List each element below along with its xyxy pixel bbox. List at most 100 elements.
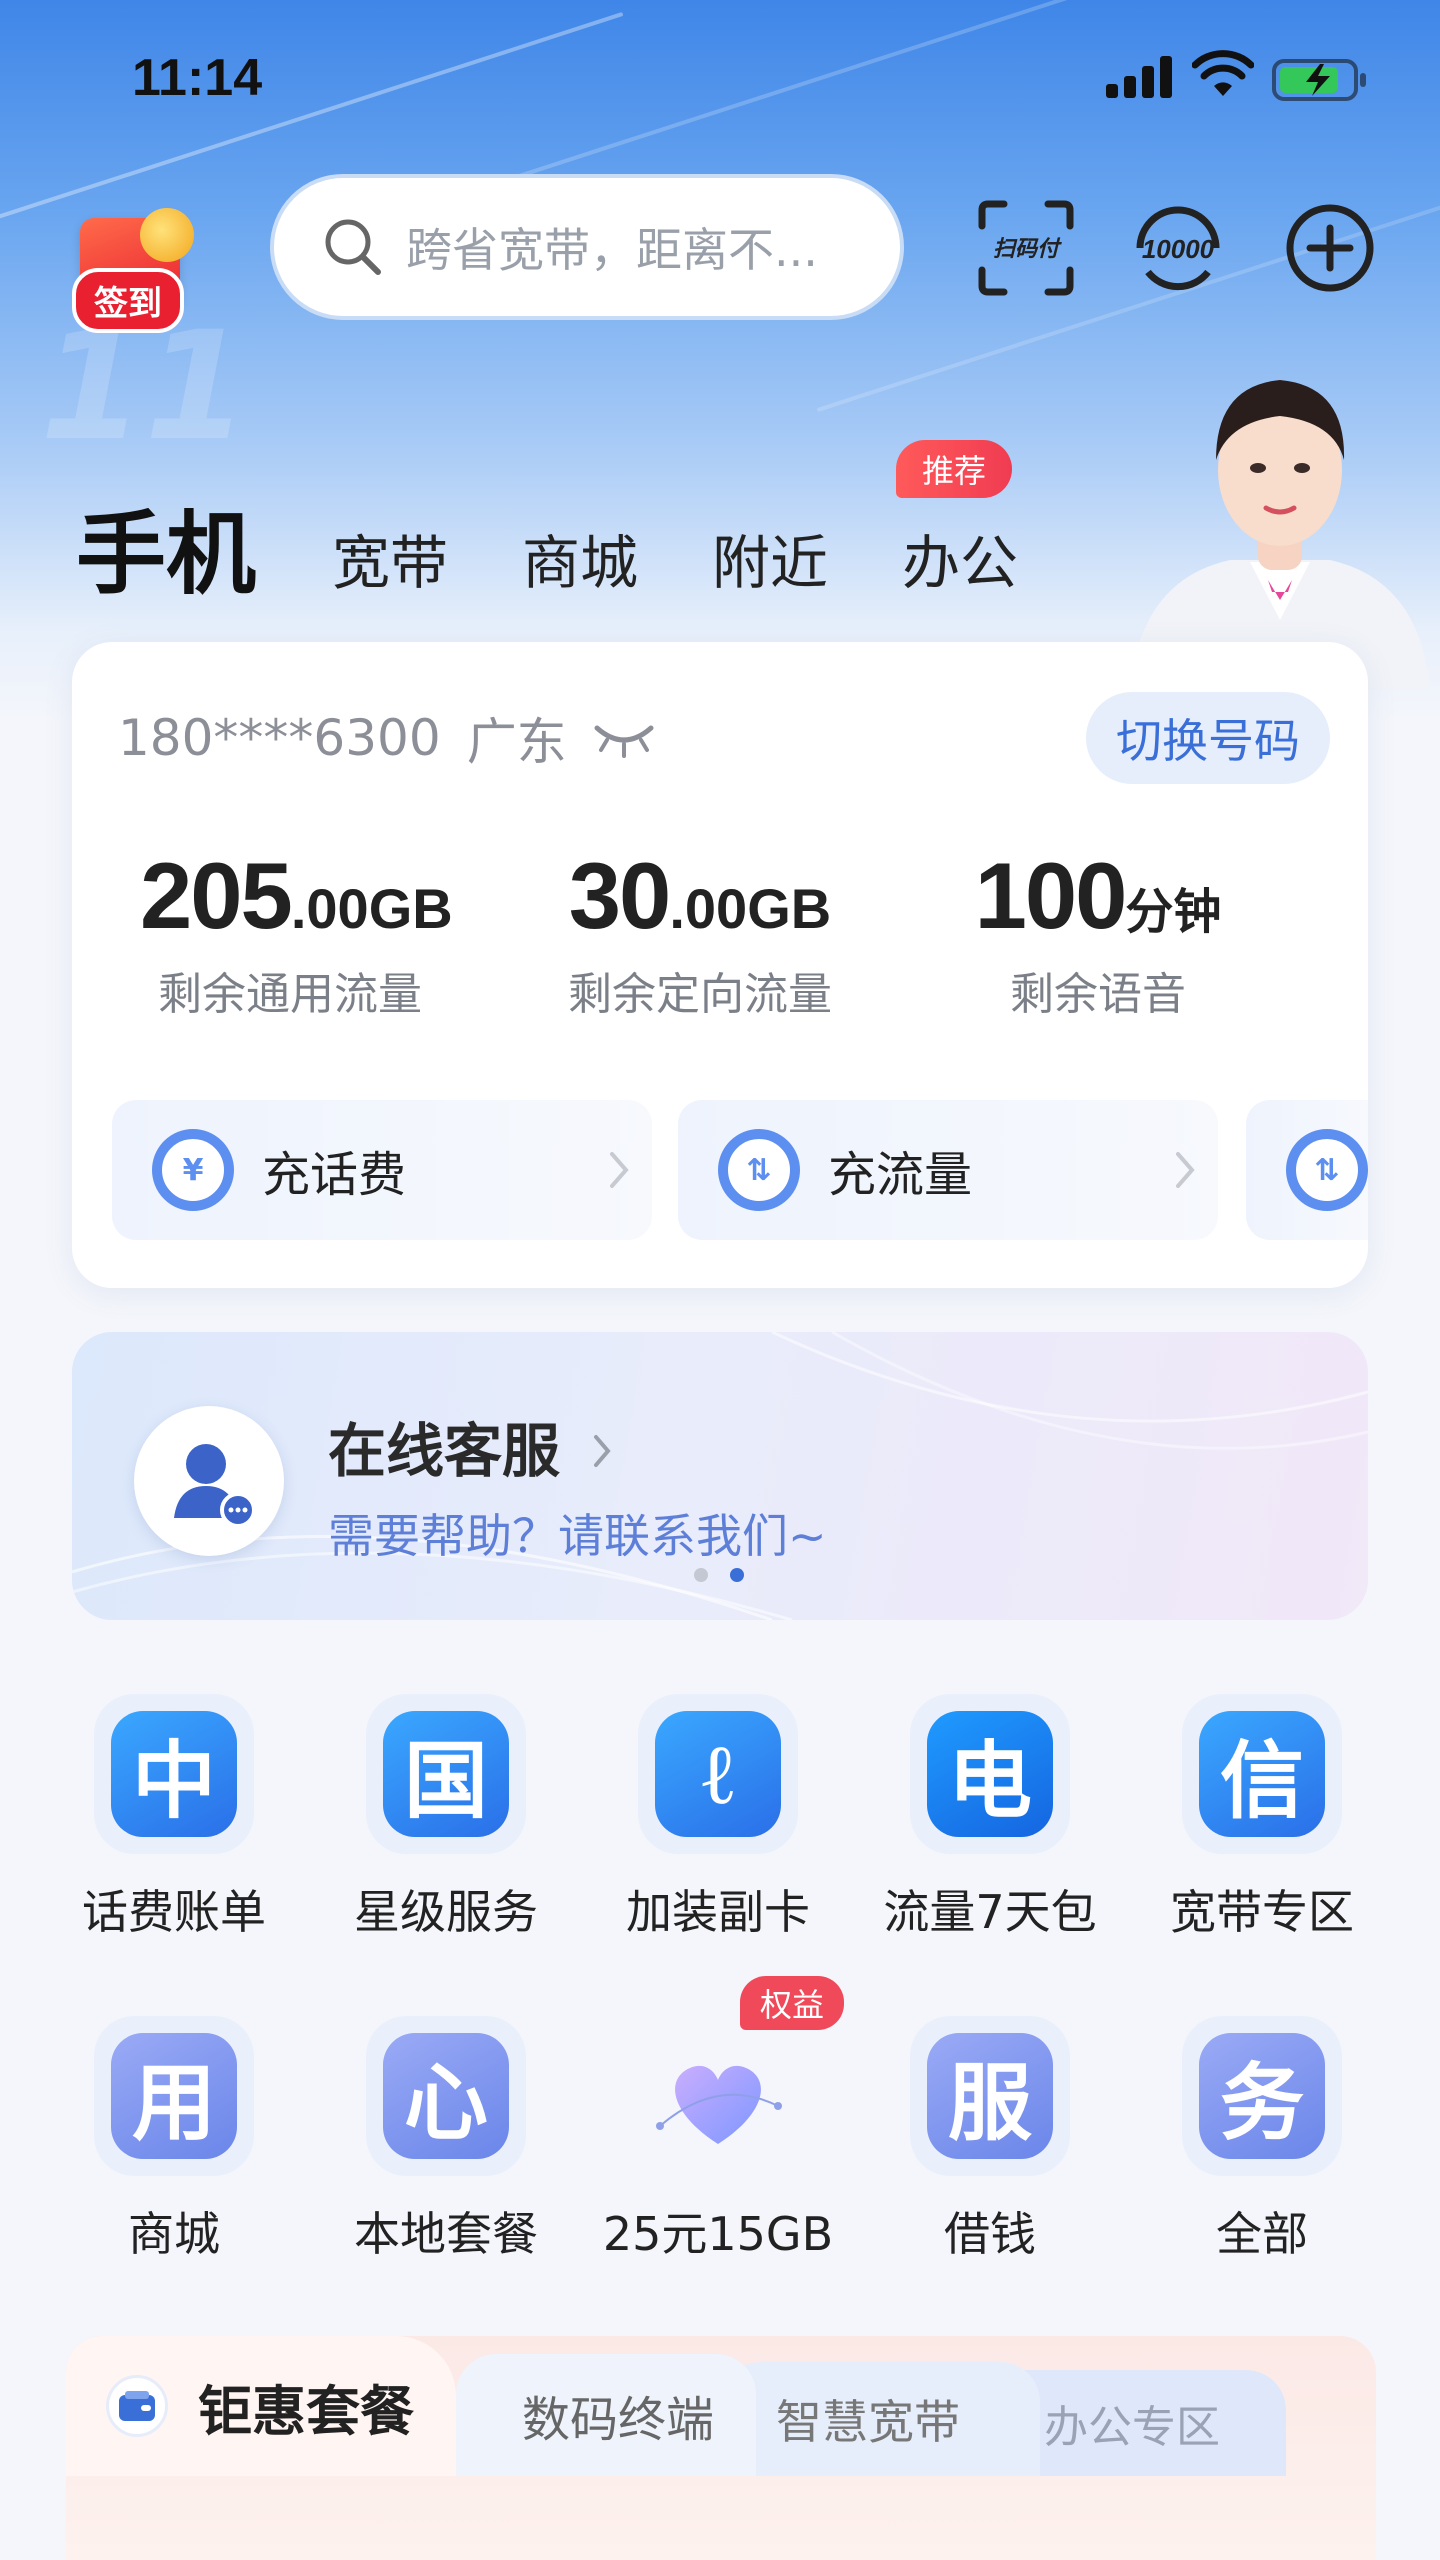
tab-broadband[interactable]: 宽带 (332, 516, 448, 600)
search-icon (325, 219, 381, 275)
stat-unit: .00GB (290, 877, 453, 940)
grid-item-broadband[interactable]: 信 宽带专区 (1132, 1694, 1392, 1942)
all-icon-tile: 务 (1182, 2016, 1342, 2176)
broadband-icon: 信 (1199, 1711, 1325, 1837)
stat-general-data[interactable]: 205.00GB 剩余通用流量 (140, 842, 453, 1022)
grid-label: 星级服务 (354, 1885, 538, 1939)
tab-label: 办公专区 (1044, 2402, 1220, 2453)
tab-mall[interactable]: 商城 (522, 516, 638, 600)
wallet-icon (106, 2375, 168, 2437)
grid-item-borrow[interactable]: 服 借钱 (860, 2016, 1120, 2264)
grid-label: 宽带专区 (1170, 1885, 1354, 1939)
account-info: 180****6300 广东 (118, 702, 655, 774)
local-plan-icon: 心 (383, 2033, 509, 2159)
7day-data-icon-tile: 电 (910, 1694, 1070, 1854)
chevron-right-icon (1176, 1152, 1195, 1188)
stat-label: 剩余语音 (1010, 969, 1186, 1020)
wifi-icon (1192, 50, 1254, 96)
stat-unit: 分钟 (1125, 886, 1222, 939)
bill-icon-tile: 中 (94, 1694, 254, 1854)
yuan-icon: ¥ (152, 1129, 234, 1211)
grid-item-7day-data[interactable]: 电 流量7天包 (860, 1694, 1120, 1942)
stat-value: 100 (974, 843, 1128, 948)
add-card-icon-tile: ℓ (638, 1694, 798, 1854)
recharge-data-button[interactable]: ⇅ 充流量 (678, 1100, 1218, 1240)
service-avatar (134, 1406, 284, 1556)
status-bar: 11:14 (0, 0, 1440, 150)
tab-digital-devices[interactable]: 数码终端 (456, 2354, 756, 2476)
telecom-logo-icon: ℓ (655, 1711, 781, 1837)
borrow-icon: 服 (927, 2033, 1053, 2159)
stat-voice[interactable]: 100分钟 剩余语音 (948, 842, 1248, 1022)
recharge-phone-label: 充话费 (262, 1147, 407, 1203)
hotline-10000-icon[interactable]: 10000 (1128, 198, 1228, 298)
mall-icon: 用 (111, 2033, 237, 2159)
all-icon: 务 (1199, 2033, 1325, 2159)
service-title-text: 在线客服 (328, 1417, 561, 1485)
recharge-data-label: 充流量 (828, 1147, 973, 1203)
borrow-icon-tile: 服 (910, 2016, 1070, 2176)
tab-office[interactable]: 办公 推荐 (896, 440, 1018, 600)
grid-label: 流量7天包 (883, 1885, 1097, 1939)
7day-data-icon: 电 (927, 1711, 1053, 1837)
carousel-dot[interactable] (694, 1568, 708, 1582)
online-service-banner[interactable]: 在线客服 需要帮助？请联系我们~ (72, 1332, 1368, 1620)
grid-label: 25元15GB (602, 2207, 834, 2261)
account-card: 180****6300 广东 切换号码 205.00GB 剩余通用流量 30.0… (72, 642, 1368, 1288)
search-bar[interactable]: 跨省宽带，距离不... (270, 174, 904, 320)
star-service-icon-tile: 国 (366, 1694, 526, 1854)
data-drop-icon: ⇅ (1286, 1129, 1368, 1211)
grid-item-local-plan[interactable]: 心 本地套餐 (316, 2016, 576, 2264)
cellular-signal-icon (1106, 56, 1174, 98)
carousel-dots (694, 1568, 766, 1582)
tab-phone[interactable]: 手机 (76, 510, 256, 600)
phone-number: 180****6300 (118, 709, 441, 767)
eye-closed-icon[interactable] (593, 718, 655, 758)
stat-value: 30 (568, 843, 672, 948)
signin-label: 签到 (72, 268, 184, 333)
product-category-tabs: 办公专区 智慧宽带 数码终端 钜惠套餐 (66, 2336, 1376, 2560)
battery-charging-icon (1272, 59, 1366, 101)
tab-smart-broadband[interactable]: 智慧宽带 (720, 2362, 1040, 2476)
more-quick-action[interactable]: ⇅ (1246, 1100, 1368, 1240)
grid-item-bill[interactable]: 中 话费账单 (44, 1694, 304, 1942)
carousel-dot-active[interactable] (730, 1568, 744, 1582)
switch-number-button[interactable]: 切换号码 (1086, 692, 1330, 784)
tab-label: 钜惠套餐 (198, 2379, 414, 2443)
grid-label: 本地套餐 (354, 2207, 538, 2261)
stat-directed-data[interactable]: 30.00GB 剩余定向流量 (550, 842, 850, 1022)
status-time: 11:14 (132, 49, 263, 107)
search-placeholder: 跨省宽带，距离不... (406, 223, 818, 277)
grid-item-star-service[interactable]: 国 星级服务 (316, 1694, 576, 1942)
tab-value-plans[interactable]: 钜惠套餐 (66, 2336, 456, 2476)
category-tabs: 手机 宽带 商城 附近 办公 推荐 (76, 440, 1092, 600)
broadband-icon-tile: 信 (1182, 1694, 1342, 1854)
stat-label: 剩余定向流量 (568, 969, 832, 1020)
grid-item-25yuan-15gb[interactable]: 权益 25元15GB (588, 1976, 848, 2264)
grid-item-mall[interactable]: 用 商城 (44, 2016, 304, 2264)
hotline-label: 10000 (1142, 234, 1215, 264)
grid-label: 话费账单 (82, 1885, 266, 1939)
customer-service-agent-illustration (1130, 380, 1430, 690)
grid-item-add-card[interactable]: ℓ 加装副卡 (588, 1694, 848, 1942)
benefit-badge: 权益 (740, 1976, 845, 2030)
chevron-right-icon (594, 1435, 611, 1467)
service-title: 在线客服 (328, 1404, 614, 1488)
stat-unit: .00GB (669, 877, 832, 940)
tab-nearby[interactable]: 附近 (712, 516, 828, 600)
recommend-badge: 推荐 (896, 440, 1013, 498)
local-plan-icon-tile: 心 (366, 2016, 526, 2176)
grid-item-all[interactable]: 务 全部 (1132, 2016, 1392, 2264)
scan-pay-icon[interactable]: 扫码付 (976, 198, 1076, 298)
grid-label: 商城 (128, 2207, 220, 2261)
recharge-phone-button[interactable]: ¥ 充话费 (112, 1100, 652, 1240)
mall-icon-tile: 用 (94, 2016, 254, 2176)
stat-label: 剩余通用流量 (158, 969, 422, 1020)
province-label: 广东 (466, 713, 567, 771)
data-drop-icon: ⇅ (718, 1129, 800, 1211)
add-icon[interactable] (1280, 198, 1380, 298)
heart-icon-tile (638, 2016, 798, 2176)
headset-person-icon (174, 1444, 256, 1528)
tab-label: 数码终端 (522, 2392, 715, 2448)
signin-button[interactable]: 签到 (62, 200, 212, 333)
